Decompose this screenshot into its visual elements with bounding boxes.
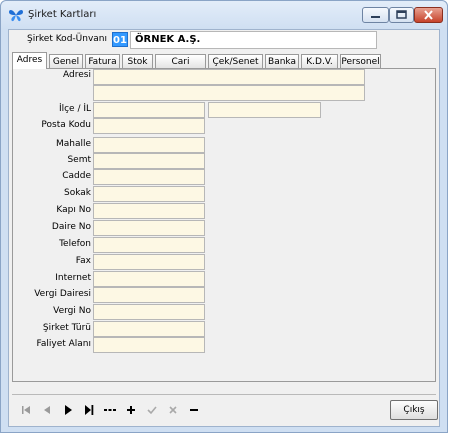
title-bar[interactable]: Şirket Kartları (1, 1, 447, 29)
post-icon (147, 406, 157, 415)
tab-cari-hesap[interactable]: Cari Hesap (155, 54, 206, 81)
fax-field[interactable] (93, 254, 205, 270)
tab-banka[interactable]: Banka (265, 54, 299, 68)
tab-stok[interactable]: Stok (122, 54, 153, 68)
posta-kodu-label: Posta Kodu (41, 120, 91, 130)
cancel-record-button[interactable] (164, 401, 182, 419)
adres-label: Adresi (63, 70, 91, 80)
next-icon (65, 405, 72, 415)
delete-icon (190, 409, 198, 411)
prior-icon (44, 406, 50, 414)
fax-label: Fax (75, 256, 91, 266)
company-name-field[interactable]: ÖRNEK A.Ş. (130, 31, 377, 49)
semt-label: Semt (67, 155, 91, 165)
window-title: Şirket Kartları (28, 9, 97, 20)
sirket-turu-field[interactable] (93, 321, 205, 337)
first-record-button[interactable] (17, 401, 35, 419)
tab-cek-senet[interactable]: Çek/Senet (208, 54, 263, 68)
sokak-label: Sokak (64, 188, 91, 198)
tab-personel[interactable]: Personel (340, 54, 381, 68)
ilce-field[interactable] (93, 102, 205, 118)
prior-record-button[interactable] (38, 401, 56, 419)
vergi-no-label: Vergi No (53, 306, 91, 316)
delete-record-button[interactable] (185, 401, 203, 419)
maximize-button[interactable] (389, 7, 414, 23)
exit-button[interactable]: Çıkış (390, 400, 438, 420)
internet-field[interactable] (93, 271, 205, 287)
vergi-dairesi-field[interactable] (93, 287, 205, 303)
cadde-field[interactable] (93, 169, 205, 185)
mahalle-label: Mahalle (55, 139, 91, 149)
add-record-button[interactable] (122, 401, 140, 419)
butterfly-icon (9, 10, 23, 22)
faliyet-alani-label: Faliyet Alanı (36, 339, 92, 349)
close-icon (424, 10, 433, 20)
adres-line1-field[interactable] (93, 69, 365, 85)
mahalle-field[interactable] (93, 137, 205, 153)
close-button[interactable] (414, 7, 443, 23)
minimize-button[interactable] (362, 7, 389, 23)
window: Şirket Kartları Şirket Kod-Ünvanı 01 ÖRN… (0, 0, 448, 433)
daire-no-field[interactable] (93, 220, 205, 236)
client-area: Şirket Kod-Ünvanı 01 ÖRNEK A.Ş. Adres Ge… (8, 29, 440, 427)
first-icon (22, 406, 30, 414)
faliyet-alani-field[interactable] (93, 337, 205, 353)
add-icon (127, 406, 135, 414)
ilce-il-label: İlçe / İL (58, 104, 91, 114)
insert-record-button[interactable] (101, 401, 119, 419)
tab-genel[interactable]: Genel (49, 54, 83, 68)
il-field[interactable] (208, 102, 321, 118)
vergi-no-field[interactable] (93, 304, 205, 320)
post-record-button[interactable] (143, 401, 161, 419)
sokak-field[interactable] (93, 186, 205, 202)
record-navigator (12, 394, 436, 425)
tab-panel-adres: Adresi İlçe / İL Posta Kodu Mahalle Semt… (12, 68, 436, 382)
tab-kdv[interactable]: K.D.V. (301, 54, 338, 68)
adres-line2-field[interactable] (93, 85, 365, 101)
cadde-label: Cadde (62, 171, 91, 181)
tab-fatura[interactable]: Fatura (85, 54, 120, 68)
posta-kodu-field[interactable] (93, 118, 205, 134)
kapi-no-field[interactable] (93, 203, 205, 219)
daire-no-label: Daire No (51, 222, 91, 232)
kapi-no-label: Kapı No (56, 205, 91, 215)
internet-label: Internet (55, 273, 91, 283)
vergi-dairesi-label: Vergi Dairesi (34, 289, 91, 299)
cancel-icon (169, 406, 177, 414)
insert-icon (104, 409, 116, 411)
company-code-label: Şirket Kod-Ünvanı (27, 34, 107, 44)
last-icon (85, 405, 94, 415)
next-record-button[interactable] (59, 401, 77, 419)
last-record-button[interactable] (80, 401, 98, 419)
minimize-icon (371, 16, 380, 18)
sirket-turu-label: Şirket Türü (42, 323, 91, 333)
maximize-icon (396, 10, 407, 19)
tab-adres[interactable]: Adres (12, 52, 47, 69)
semt-field[interactable] (93, 153, 205, 169)
telefon-label: Telefon (59, 239, 91, 249)
telefon-field[interactable] (93, 237, 205, 253)
company-code-field[interactable]: 01 (112, 32, 128, 47)
